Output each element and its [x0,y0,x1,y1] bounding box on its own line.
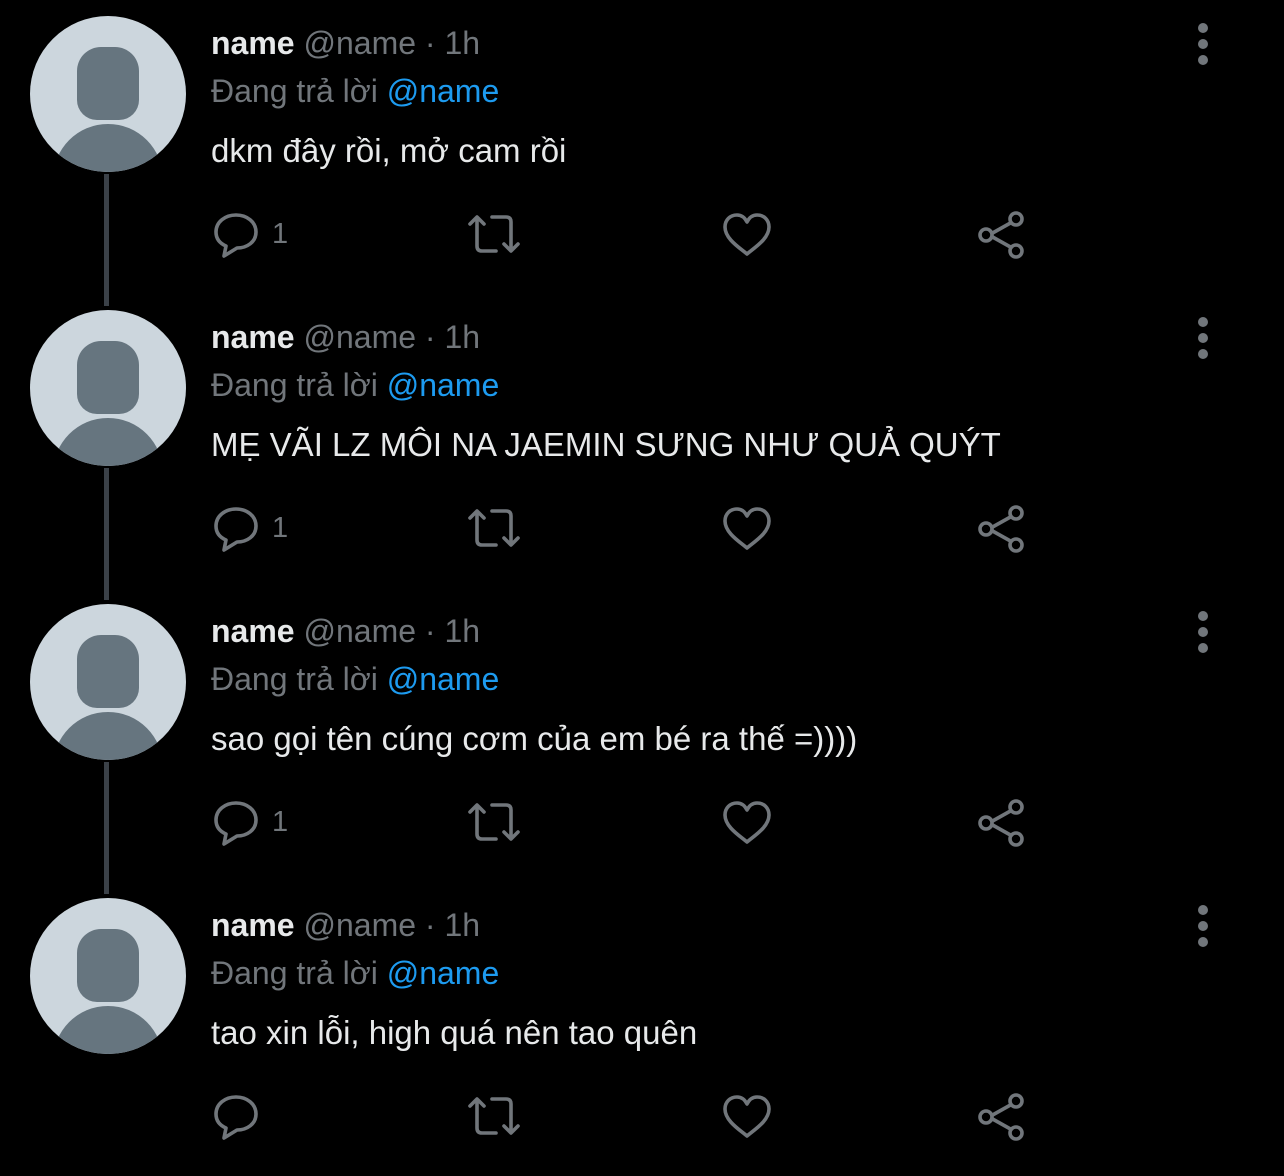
user-handle[interactable]: @name [303,613,416,649]
timestamp[interactable]: 1h [444,613,480,649]
retweet-arrows-icon [468,1097,520,1135]
avatar-head-shape [77,929,139,1002]
retweet-button[interactable] [464,500,524,556]
display-name[interactable]: name [211,907,295,943]
avatar-body-shape [53,1006,163,1054]
share-button[interactable] [974,206,1030,262]
replying-to-label: Đang trả lời [211,661,378,697]
like-button[interactable] [720,500,774,556]
tweet-header: name @name · 1h [211,611,480,651]
heart-outline-icon [723,507,771,550]
tweet[interactable]: name @name · 1h Đang trả lời @name tao x… [0,882,1284,1176]
avatar[interactable] [30,310,186,466]
retweet-arrows-icon [468,509,520,547]
retweet-arrows-icon [468,803,520,841]
timestamp[interactable]: 1h [444,319,480,355]
avatar-head-shape [77,47,139,120]
replying-to-mention-link[interactable]: @name [387,367,500,403]
reply-button[interactable]: 1 [210,500,288,556]
tweet[interactable]: name @name · 1h Đang trả lời @name dkm đ… [0,0,1284,306]
display-name[interactable]: name [211,25,295,61]
avatar-head-shape [77,341,139,414]
avatar[interactable] [30,16,186,172]
retweet-button[interactable] [464,206,524,262]
share-button[interactable] [974,500,1030,556]
avatar-body-shape [53,418,163,466]
replying-to: Đang trả lời @name [211,365,499,405]
replying-to: Đang trả lời @name [211,71,499,111]
separator-dot: · [424,613,436,649]
more-options-button[interactable] [1186,904,1220,948]
replying-to-mention-link[interactable]: @name [387,661,500,697]
replying-to-mention-link[interactable]: @name [387,955,500,991]
tweet-text: dkm đây rồi, mở cam rồi [211,132,567,169]
heart-outline-icon [723,1095,771,1138]
tweet[interactable]: name @name · 1h Đang trả lời @name sao g… [0,588,1284,894]
separator-dot: · [424,25,436,61]
share-nodes-icon [978,799,1024,847]
heart-outline-icon [723,801,771,844]
timestamp[interactable]: 1h [444,25,480,61]
retweet-button[interactable] [464,794,524,850]
tweet[interactable]: name @name · 1h Đang trả lời @name MẸ VÃ… [0,294,1284,600]
share-nodes-icon [978,1093,1024,1141]
share-button[interactable] [974,794,1030,850]
replying-to: Đang trả lời @name [211,953,499,993]
display-name[interactable]: name [211,319,295,355]
reply-count: 1 [272,512,289,544]
tweet-header: name @name · 1h [211,23,480,63]
share-nodes-icon [978,211,1024,259]
separator-dot: · [424,907,436,943]
vertical-ellipsis-icon [1198,23,1208,65]
tweet-text: sao gọi tên cúng cơm của em bé ra thế =)… [211,720,858,757]
retweet-arrows-icon [468,215,520,253]
user-handle[interactable]: @name [303,25,416,61]
like-button[interactable] [720,206,774,262]
like-button[interactable] [720,1088,774,1144]
reply-button[interactable]: 1 [210,206,288,262]
avatar-body-shape [53,124,163,172]
vertical-ellipsis-icon [1198,317,1208,359]
display-name[interactable]: name [211,613,295,649]
like-button[interactable] [720,794,774,850]
user-handle[interactable]: @name [303,319,416,355]
heart-outline-icon [723,213,771,256]
replying-to: Đang trả lời @name [211,659,499,699]
reply-button[interactable] [210,1088,272,1144]
thread-connector-line [104,762,109,894]
more-options-button[interactable] [1186,610,1220,654]
avatar-body-shape [53,712,163,760]
share-nodes-icon [978,505,1024,553]
tweet-header: name @name · 1h [211,317,480,357]
replying-to-label: Đang trả lời [211,367,378,403]
avatar[interactable] [30,604,186,760]
tweet-header: name @name · 1h [211,905,480,945]
reply-thread: name @name · 1h Đang trả lời @name dkm đ… [0,0,1284,1161]
replying-to-mention-link[interactable]: @name [387,73,500,109]
user-handle[interactable]: @name [303,907,416,943]
more-options-button[interactable] [1186,316,1220,360]
speech-bubble-icon [214,801,258,846]
replying-to-label: Đang trả lời [211,955,378,991]
share-button[interactable] [974,1088,1030,1144]
vertical-ellipsis-icon [1198,611,1208,653]
replying-to-label: Đang trả lời [211,73,378,109]
reply-button[interactable]: 1 [210,794,288,850]
retweet-button[interactable] [464,1088,524,1144]
reply-count: 1 [272,218,289,250]
thread-connector-line [104,174,109,306]
speech-bubble-icon [214,213,258,258]
thread-connector-line [104,468,109,600]
tweet-text: tao xin lỗi, high quá nên tao quên [211,1014,698,1051]
reply-count: 1 [272,806,289,838]
separator-dot: · [424,319,436,355]
more-options-button[interactable] [1186,22,1220,66]
avatar-head-shape [77,635,139,708]
speech-bubble-icon [214,1095,258,1140]
avatar[interactable] [30,898,186,1054]
vertical-ellipsis-icon [1198,905,1208,947]
tweet-text: MẸ VÃI LZ MÔI NA JAEMIN SƯNG NHƯ QUẢ QUÝ… [211,426,1001,463]
speech-bubble-icon [214,507,258,552]
timestamp[interactable]: 1h [444,907,480,943]
